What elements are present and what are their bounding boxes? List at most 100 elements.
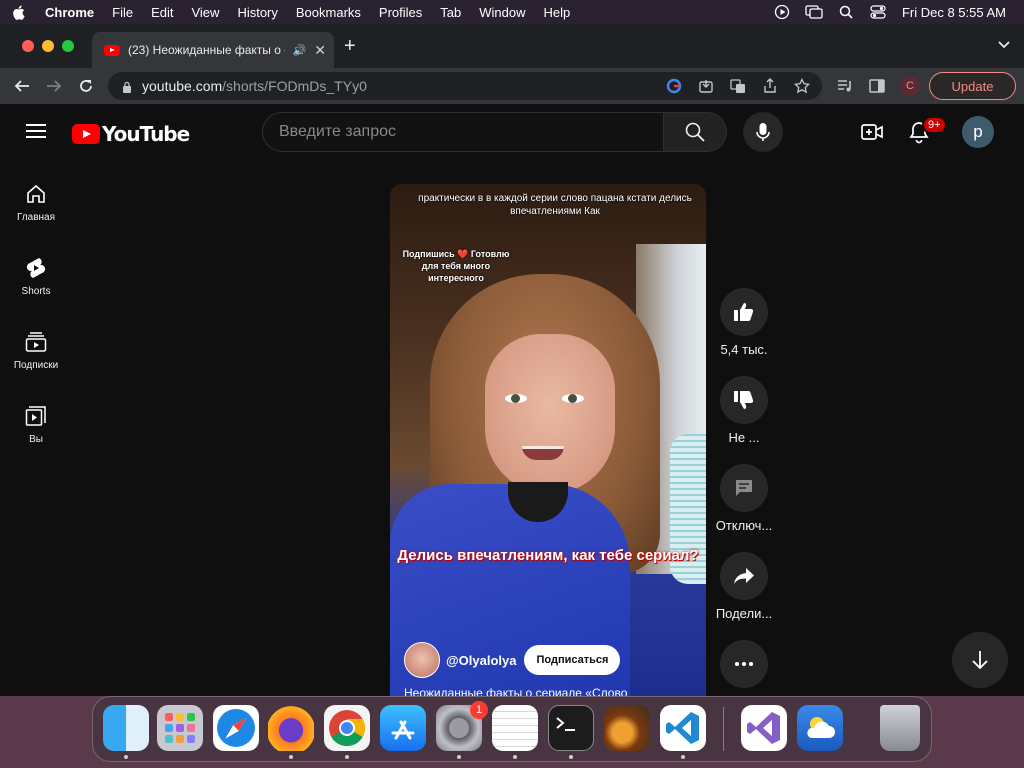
tab-strip: (23) Неожиданные факты о сериале «Слово … xyxy=(0,24,1024,68)
comments-action[interactable]: Отключ... xyxy=(704,464,784,533)
screen-mirroring-icon[interactable] xyxy=(804,4,824,20)
media-play-icon[interactable] xyxy=(772,4,792,20)
firefox-icon[interactable] xyxy=(268,705,314,751)
youtube-wordmark: YouTube xyxy=(102,122,190,146)
youtube-favicon-icon xyxy=(104,44,120,56)
forward-arrow-icon[interactable] xyxy=(42,74,66,98)
sidebar-item-subscriptions[interactable]: Подписки xyxy=(0,330,72,371)
notifications-button[interactable]: 9+ xyxy=(908,116,947,144)
menu-window[interactable]: Window xyxy=(470,5,534,20)
dislike-label: Не ... xyxy=(728,430,760,445)
tab-search-chevron-icon[interactable] xyxy=(998,38,1010,52)
sidebar-item-shorts[interactable]: Shorts xyxy=(0,256,72,297)
share-action[interactable]: Подели... xyxy=(704,552,784,621)
bookmark-star-icon[interactable] xyxy=(792,76,812,96)
finder-icon[interactable] xyxy=(103,705,149,751)
voice-search-button[interactable] xyxy=(743,112,783,152)
visual-studio-icon[interactable] xyxy=(741,705,787,751)
chrome-icon[interactable] xyxy=(324,705,370,751)
more-action[interactable] xyxy=(704,640,784,694)
lock-icon[interactable] xyxy=(122,80,132,93)
video-person-face xyxy=(485,334,615,494)
sidebar-item-label: Главная xyxy=(16,212,56,223)
video-eye-right xyxy=(562,394,584,403)
sidebar-item-label: Shorts xyxy=(21,286,51,297)
home-icon xyxy=(24,182,48,206)
like-action[interactable]: 5,4 тыс. xyxy=(704,288,784,357)
youtube-play-icon xyxy=(72,124,100,144)
subscribe-button[interactable]: Подписаться xyxy=(524,645,621,675)
menu-app-name[interactable]: Chrome xyxy=(36,5,103,20)
youtube-page: YouTube Введите запрос 9+ p Главная Shor… xyxy=(0,104,1024,696)
vscode-icon[interactable] xyxy=(660,705,706,751)
garageband-icon[interactable] xyxy=(604,705,650,751)
zoom-window-icon[interactable] xyxy=(62,40,74,52)
browser-toolbar: youtube.com/shorts/FODmDs_TYy0 C Update xyxy=(0,68,1024,104)
weather-icon[interactable] xyxy=(797,705,843,751)
close-window-icon[interactable] xyxy=(22,40,34,52)
terminal-icon[interactable] xyxy=(548,705,594,751)
browser-tab[interactable]: (23) Неожиданные факты о сериале «Слово … xyxy=(92,32,334,68)
google-lens-icon[interactable] xyxy=(664,76,684,96)
textedit-icon[interactable] xyxy=(492,705,538,751)
dislike-button[interactable] xyxy=(720,376,768,424)
launchpad-icon[interactable] xyxy=(157,705,203,751)
create-video-icon[interactable] xyxy=(860,120,884,144)
search-button[interactable] xyxy=(663,112,727,152)
sidebar-item-home[interactable]: Главная xyxy=(0,182,72,223)
close-tab-icon[interactable]: ✕ xyxy=(314,42,326,59)
menu-history[interactable]: History xyxy=(228,5,286,20)
address-bar[interactable]: youtube.com/shorts/FODmDs_TYy0 xyxy=(108,72,822,100)
menu-file[interactable]: File xyxy=(103,5,142,20)
channel-avatar[interactable] xyxy=(404,642,440,678)
media-controls-icon[interactable] xyxy=(835,76,855,96)
video-caption-main: Делись впечатлениям, как тебе сериал? xyxy=(397,547,699,564)
channel-name[interactable]: @Olyalolya xyxy=(446,653,516,668)
dislike-action[interactable]: Не ... xyxy=(704,376,784,445)
browser-chrome: (23) Неожиданные факты о сериале «Слово … xyxy=(0,24,1024,104)
comments-button[interactable] xyxy=(720,464,768,512)
translate-icon[interactable] xyxy=(728,76,748,96)
menu-bookmarks[interactable]: Bookmarks xyxy=(287,5,370,20)
reload-icon[interactable] xyxy=(74,74,98,98)
sidebar-item-you[interactable]: Вы xyxy=(0,404,72,445)
side-panel-icon[interactable] xyxy=(867,76,887,96)
spotlight-search-icon[interactable] xyxy=(836,4,856,20)
update-button[interactable]: Update xyxy=(929,72,1016,100)
menu-edit[interactable]: Edit xyxy=(142,5,182,20)
menu-hamburger-icon[interactable] xyxy=(26,124,46,138)
menu-tab[interactable]: Tab xyxy=(431,5,470,20)
next-short-button[interactable] xyxy=(952,632,1008,688)
menu-view[interactable]: View xyxy=(182,5,228,20)
app-store-icon[interactable] xyxy=(380,705,426,751)
short-title[interactable]: Неожиданные факты о сериале «Слово xyxy=(404,686,694,696)
account-avatar[interactable]: p xyxy=(962,116,994,148)
menu-help[interactable]: Help xyxy=(535,5,580,20)
more-options-icon[interactable] xyxy=(720,640,768,688)
thumbs-down-icon xyxy=(734,391,754,409)
share-page-icon[interactable] xyxy=(760,76,780,96)
short-video-player[interactable]: практически в в каждой серии слово пацан… xyxy=(390,184,706,696)
safari-icon[interactable] xyxy=(213,705,259,751)
url-text[interactable]: youtube.com/shorts/FODmDs_TYy0 xyxy=(142,78,367,94)
chrome-profile-avatar[interactable]: C xyxy=(900,76,920,96)
back-arrow-icon[interactable] xyxy=(10,74,34,98)
youtube-logo[interactable]: YouTube xyxy=(72,122,190,146)
search-input[interactable]: Введите запрос xyxy=(262,112,664,152)
control-center-icon[interactable] xyxy=(868,4,888,20)
speaker-icon[interactable]: 🔊 xyxy=(293,44,307,57)
menu-profiles[interactable]: Profiles xyxy=(370,5,431,20)
new-tab-icon[interactable]: + xyxy=(344,36,356,56)
apple-icon[interactable] xyxy=(0,5,36,20)
minimize-window-icon[interactable] xyxy=(42,40,54,52)
trash-icon[interactable] xyxy=(880,705,920,751)
channel-row: @Olyalolya Подписаться xyxy=(404,642,621,678)
menubar-clock[interactable]: Fri Dec 8 5:55 AM xyxy=(894,5,1024,20)
notification-count-badge: 9+ xyxy=(922,116,947,134)
like-button[interactable] xyxy=(720,288,768,336)
thumbs-up-icon xyxy=(734,303,754,321)
share-button[interactable] xyxy=(720,552,768,600)
video-caption-side: Подпишись ❤️ Готовлю для тебя много инте… xyxy=(402,249,510,283)
share-label: Подели... xyxy=(715,606,773,621)
install-app-icon[interactable] xyxy=(696,76,716,96)
